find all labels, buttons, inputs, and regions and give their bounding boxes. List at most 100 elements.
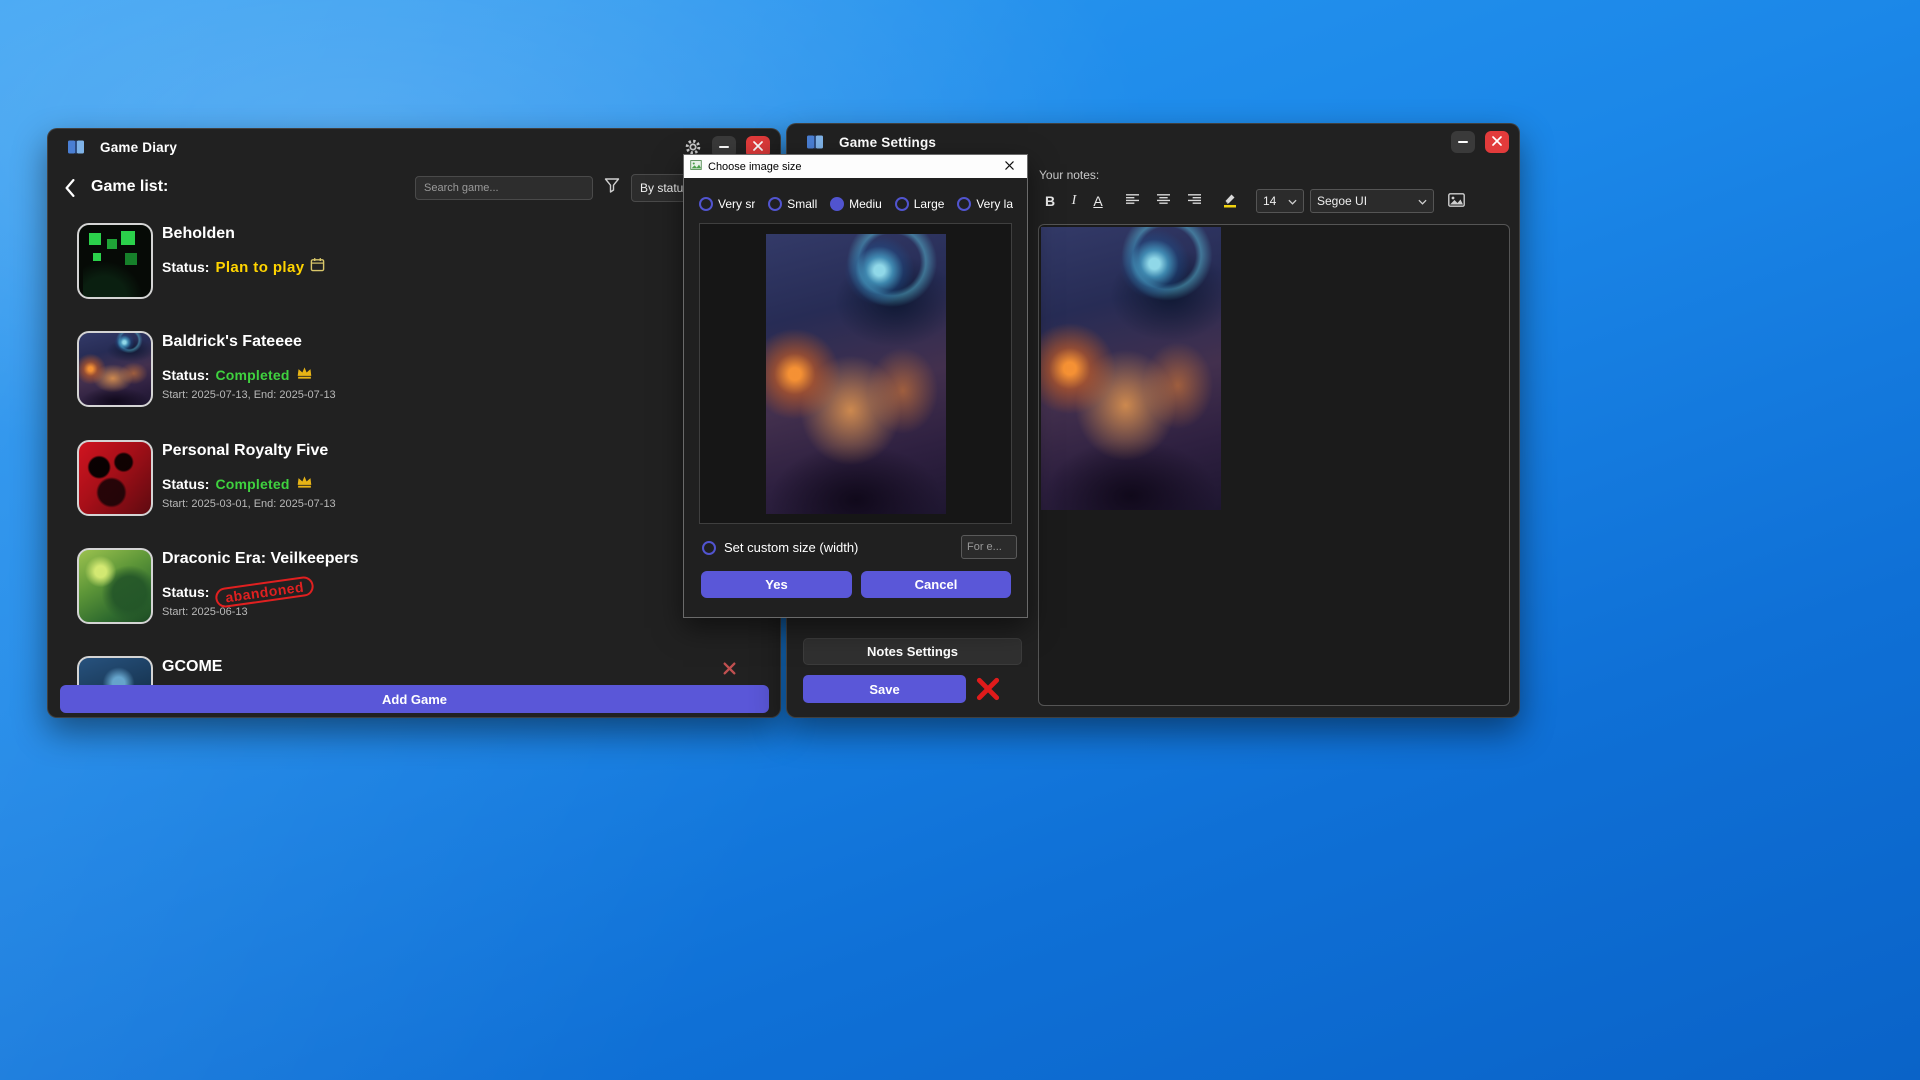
game-info: Draconic Era: Veilkeepers Status: abando… (162, 548, 359, 624)
close-icon (1491, 135, 1503, 150)
radio-icon (895, 197, 909, 211)
game-thumbnail (77, 656, 153, 685)
font-size-value: 14 (1263, 194, 1276, 208)
game-title: GCOME (162, 658, 222, 676)
dialog-title: Choose image size (708, 161, 802, 173)
status-label: Status: (162, 584, 209, 600)
insert-image-button[interactable] (1444, 191, 1469, 212)
game-info: GCOME (162, 656, 222, 685)
dialog-titlebar: Choose image size (684, 155, 1027, 178)
add-game-button[interactable]: Add Game (60, 685, 769, 713)
underline-button[interactable]: A (1087, 191, 1109, 211)
game-dates: Start: 2025-07-13, End: 2025-07-13 (162, 389, 336, 401)
game-row-gcome[interactable]: GCOME (77, 656, 768, 685)
size-option-label: Very la (976, 197, 1013, 211)
filter-funnel-icon[interactable] (604, 177, 620, 198)
game-title: Personal Royalty Five (162, 442, 328, 460)
game-diary-titlebar: Game Diary (48, 129, 780, 165)
your-notes-label: Your notes: (1039, 168, 1099, 182)
size-option-label: Mediu (849, 197, 882, 211)
minimize-button[interactable] (1451, 131, 1475, 153)
back-button[interactable] (62, 177, 78, 202)
game-thumbnail (77, 440, 153, 516)
game-status: Status: Plan to play (162, 257, 325, 277)
notes-settings-button[interactable]: Notes Settings (803, 638, 1022, 665)
close-icon (752, 140, 764, 155)
size-option-label: Small (787, 197, 817, 211)
size-option-medium[interactable]: Mediu (830, 197, 882, 211)
size-options: Very sr Small Mediu Large Very la (699, 197, 1013, 211)
app-book-icon (66, 137, 86, 157)
delete-game-button[interactable] (722, 661, 737, 679)
size-option-small[interactable]: Small (768, 197, 817, 211)
game-list-heading: Game list: (91, 178, 168, 196)
game-row-beholden[interactable]: Beholden Status: Plan to play (77, 223, 768, 299)
game-list-header: Game list: By status (48, 173, 780, 209)
status-value: Completed (215, 367, 289, 383)
size-option-very-large[interactable]: Very la (957, 197, 1013, 211)
radio-icon (699, 197, 713, 211)
radio-icon (768, 197, 782, 211)
font-size-dropdown[interactable]: 14 (1256, 189, 1304, 213)
highlight-color-button[interactable] (1218, 190, 1242, 213)
cancel-button[interactable]: Cancel (861, 571, 1011, 598)
game-dates: Start: 2025-03-01, End: 2025-07-13 (162, 498, 336, 510)
radio-icon (957, 197, 971, 211)
yes-button[interactable]: Yes (701, 571, 852, 598)
notes-editor[interactable] (1038, 224, 1510, 706)
italic-button[interactable]: I (1064, 191, 1084, 211)
highlight-icon (1222, 192, 1238, 211)
close-button[interactable] (1485, 131, 1509, 153)
cancel-save-button[interactable] (975, 676, 1001, 705)
font-family-dropdown[interactable]: Segoe UI (1310, 189, 1434, 213)
image-preview-panel (699, 223, 1012, 524)
game-row-draconic[interactable]: Draconic Era: Veilkeepers Status: abando… (77, 548, 768, 624)
game-row-royalty[interactable]: Personal Royalty Five Status: Completed … (77, 440, 768, 516)
game-status: Status: abandoned (162, 582, 315, 602)
game-diary-title: Game Diary (100, 140, 177, 155)
size-option-large[interactable]: Large (895, 197, 945, 211)
status-label: Status: (162, 259, 209, 275)
size-option-label: Very sr (718, 197, 755, 211)
game-thumbnail (77, 548, 153, 624)
crown-icon (296, 365, 313, 385)
close-icon (1004, 159, 1015, 174)
size-option-very-small[interactable]: Very sr (699, 197, 755, 211)
game-diary-window: Game Diary Game list: By status (47, 128, 781, 718)
game-row-baldrick[interactable]: Baldrick's Fateeee Status: Completed Sta… (77, 331, 768, 407)
radio-icon (830, 197, 844, 211)
align-left-icon (1125, 193, 1140, 209)
game-dates: Start: 2025-06-13 (162, 606, 248, 618)
align-left-button[interactable] (1121, 191, 1144, 211)
game-thumbnail (77, 331, 153, 407)
abandoned-stamp: abandoned (215, 575, 316, 609)
status-filter-value: By status (640, 181, 689, 195)
align-center-button[interactable] (1152, 191, 1175, 211)
crown-icon (296, 474, 313, 494)
dialog-image-icon (690, 158, 702, 176)
notes-embedded-image[interactable] (1041, 227, 1221, 510)
align-right-icon (1187, 193, 1202, 209)
back-icon (64, 185, 76, 200)
game-list: Beholden Status: Plan to play Baldrick's… (48, 209, 780, 685)
notes-toolbar: B I A 14 Segoe UI (1039, 188, 1469, 214)
preview-image (766, 234, 946, 514)
settings-titlebar-actions (1451, 131, 1509, 153)
custom-width-input[interactable] (961, 535, 1017, 559)
radio-icon (702, 541, 716, 555)
bold-button[interactable]: B (1039, 191, 1061, 211)
game-thumbnail (77, 223, 153, 299)
font-family-value: Segoe UI (1317, 194, 1367, 208)
search-input[interactable] (415, 176, 593, 200)
status-value: Completed (215, 476, 289, 492)
align-right-button[interactable] (1183, 191, 1206, 211)
dialog-close-button[interactable] (998, 157, 1021, 176)
align-center-icon (1156, 193, 1171, 209)
delete-x-icon (722, 664, 737, 679)
save-button[interactable]: Save (803, 675, 966, 703)
custom-size-option[interactable]: Set custom size (width) (702, 540, 858, 555)
insert-image-icon (1448, 193, 1465, 210)
status-value: Plan to play (215, 259, 304, 276)
size-option-label: Large (914, 197, 945, 211)
choose-image-size-dialog: Choose image size Very sr Small Mediu La… (683, 154, 1028, 618)
